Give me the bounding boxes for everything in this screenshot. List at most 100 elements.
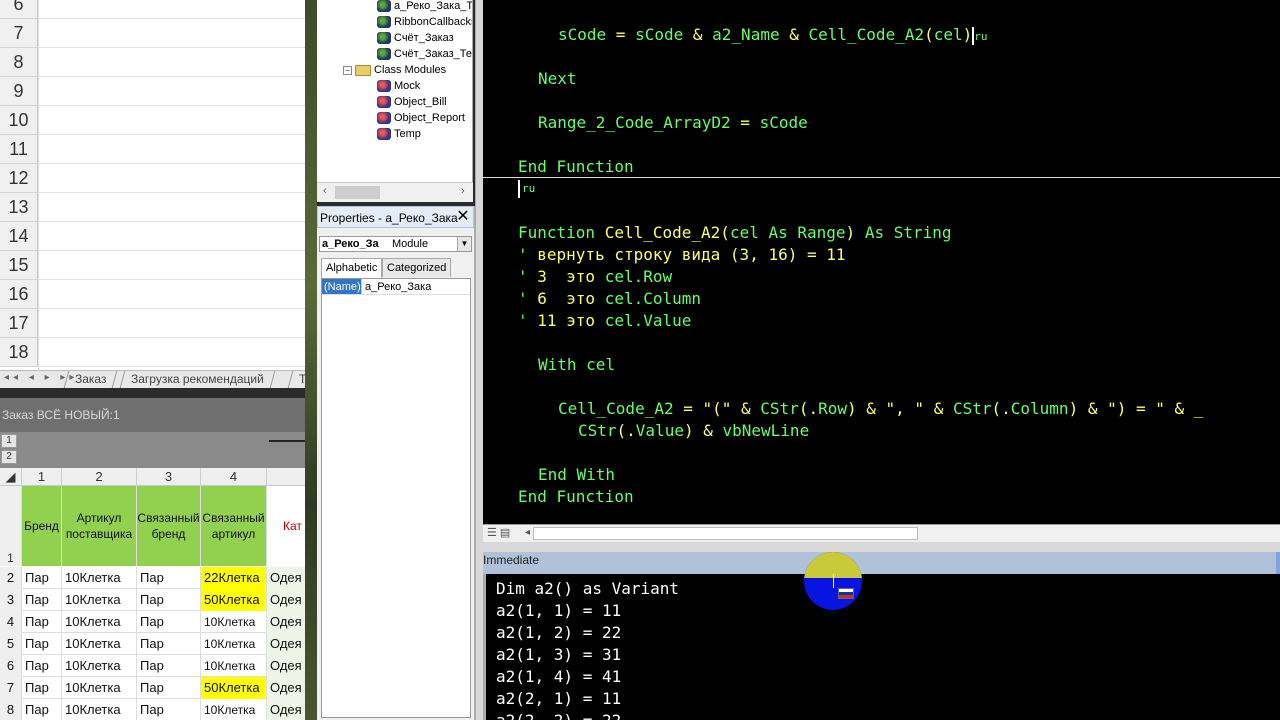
row-header[interactable]: 5 xyxy=(0,633,22,655)
table-cell[interactable]: 50Клетка xyxy=(201,677,267,699)
scroll-left-icon[interactable]: ◂ xyxy=(525,527,530,538)
grid-row[interactable] xyxy=(38,164,305,193)
property-row[interactable]: (Name) а_Реко_Зака xyxy=(322,279,470,295)
code-line[interactable]: sCode = sCode & a2_Name & Cell_Code_A2(c… xyxy=(558,24,988,46)
row-header[interactable]: 17 xyxy=(0,309,38,338)
row-header[interactable]: 15 xyxy=(0,251,38,280)
tree-item-folder[interactable]: − Class Modules xyxy=(343,62,446,78)
row-header[interactable]: 6 xyxy=(0,655,22,677)
grid-row[interactable] xyxy=(38,222,305,251)
header-cell[interactable]: Связанный бренд xyxy=(137,486,201,566)
table-cell[interactable]: Пар xyxy=(22,677,62,699)
table-cell[interactable]: Пар xyxy=(137,655,201,677)
grid-row[interactable] xyxy=(38,193,305,222)
tree-item-module[interactable]: Счёт_Заказ_Те xyxy=(377,46,472,62)
code-line[interactable]: ' 3 это cel.Row xyxy=(518,266,672,288)
code-line[interactable]: End Function xyxy=(518,486,634,508)
table-cell[interactable]: Одея xyxy=(267,611,305,633)
code-line[interactable]: ' вернуть строку вида (3, 16) = 11 xyxy=(518,244,846,266)
grid-row[interactable] xyxy=(38,309,305,338)
immediate-window[interactable]: Dim a2() as Variant a2(1, 1) = 11 a2(1, 2)… xyxy=(483,574,1280,720)
table-cell[interactable]: 10Клетка xyxy=(201,655,267,677)
immediate-line[interactable]: a2(2, 1) = 11 xyxy=(496,688,621,710)
immediate-line[interactable]: Dim a2() as Variant xyxy=(496,578,679,600)
grid-row[interactable] xyxy=(38,0,305,19)
table-cell[interactable]: Пар xyxy=(137,699,201,720)
table-cell[interactable]: Пар xyxy=(22,567,62,589)
table-cell[interactable]: 10Клетка xyxy=(62,589,137,611)
row-header[interactable]: 18 xyxy=(0,338,38,367)
immediate-line[interactable]: a2(1, 4) = 41 xyxy=(496,666,621,688)
table-cell[interactable]: 10Клетка xyxy=(62,611,137,633)
code-line[interactable]: Function Cell_Code_A2(cel As Range) As S… xyxy=(518,222,952,244)
object-selector[interactable]: а_Реко_За Module ▼ xyxy=(319,236,472,252)
view-toggle-icon[interactable]: ☰ ▤ xyxy=(487,526,510,539)
table-cell[interactable]: Пар xyxy=(22,633,62,655)
column-header[interactable]: 3 xyxy=(137,468,201,486)
grid-row[interactable] xyxy=(38,338,305,367)
collapse-icon[interactable]: − xyxy=(343,65,352,75)
pane-splitter[interactable] xyxy=(483,542,1280,552)
column-header[interactable]: 2 xyxy=(62,468,137,486)
immediate-line[interactable]: a2(1, 2) = 22 xyxy=(496,622,621,644)
row-header[interactable]: 16 xyxy=(0,280,38,309)
immediate-line[interactable]: a2(1, 3) = 31 xyxy=(496,644,621,666)
row-header[interactable]: 2 xyxy=(0,567,22,589)
table-cell[interactable]: Пар xyxy=(22,655,62,677)
header-cell[interactable]: Артикул поставщика xyxy=(62,486,137,566)
code-line[interactable]: Range_2_Code_ArrayD2 = sCode xyxy=(538,112,808,134)
outline-level-1-button[interactable]: 1 xyxy=(1,434,17,448)
code-line[interactable]: CStr(.Value) & vbNewLine xyxy=(578,420,809,442)
table-cell[interactable]: Одея xyxy=(267,655,305,677)
table-cell[interactable]: Пар xyxy=(137,589,201,611)
table-cell[interactable]: 10Клетка xyxy=(201,699,267,720)
select-all-corner[interactable]: ◢ xyxy=(0,468,22,486)
tree-item-module[interactable]: RibbonCallbacks xyxy=(377,14,472,30)
table-cell[interactable]: 50Клетка xyxy=(201,589,267,611)
tree-item-module[interactable]: а_Реко_Зака_Т xyxy=(377,0,472,14)
table-cell[interactable]: Одея xyxy=(267,589,305,611)
row-header[interactable]: 11 xyxy=(0,135,38,164)
grid-row[interactable] xyxy=(38,106,305,135)
table-cell[interactable]: Пар xyxy=(137,611,201,633)
sheet-tab-other[interactable]: Т xyxy=(287,371,305,388)
grid-row[interactable] xyxy=(38,280,305,309)
column-header[interactable]: 4 xyxy=(201,468,267,486)
table-cell[interactable]: 22Клетка xyxy=(201,567,267,589)
table-cell[interactable]: Пар xyxy=(22,589,62,611)
immediate-line[interactable]: a2(2, 2) = 22 xyxy=(496,710,621,720)
sheet-tab-recommendations[interactable]: Загрузка рекомендаций xyxy=(119,371,276,388)
table-cell[interactable]: Одея xyxy=(267,677,305,699)
row-header[interactable]: 7 xyxy=(0,19,38,48)
grid-row[interactable] xyxy=(38,77,305,106)
row-header[interactable]: 6 xyxy=(0,0,38,19)
header-cell[interactable]: Бренд xyxy=(22,486,62,566)
grid-row[interactable] xyxy=(38,135,305,164)
code-line[interactable]: End Function xyxy=(518,156,634,178)
row-header[interactable]: 8 xyxy=(0,699,22,720)
table-cell[interactable]: Пар xyxy=(137,567,201,589)
table-cell[interactable]: 10Клетка xyxy=(62,633,137,655)
row-header[interactable]: 8 xyxy=(0,48,38,77)
row-header[interactable]: 12 xyxy=(0,164,38,193)
table-cell[interactable]: Одея xyxy=(267,567,305,589)
table-cell[interactable]: 10Клетка xyxy=(62,655,137,677)
immediate-line[interactable]: a2(1, 1) = 11 xyxy=(496,600,621,622)
code-line[interactable]: Cell_Code_A2 = "(" & CStr(.Row) & ", " &… xyxy=(558,398,1203,420)
table-cell[interactable]: Пар xyxy=(137,677,201,699)
tree-item-class[interactable]: Temp xyxy=(377,126,421,142)
row-header[interactable]: 1 xyxy=(0,486,22,566)
tree-item-module[interactable]: Счёт_Заказ xyxy=(377,30,454,46)
code-hscrollbar[interactable]: ☰ ▤ ◂ xyxy=(483,524,1280,542)
table-cell[interactable]: Пар xyxy=(22,611,62,633)
row-header[interactable]: 14 xyxy=(0,222,38,251)
chevron-down-icon[interactable]: ▼ xyxy=(457,237,471,251)
close-icon[interactable]: ✕ xyxy=(454,208,472,225)
header-cell[interactable]: Кат xyxy=(267,486,305,566)
tree-item-class[interactable]: Mock xyxy=(377,78,420,94)
pane-splitter[interactable] xyxy=(475,0,483,720)
table-cell[interactable]: 10Клетка xyxy=(62,699,137,720)
tab-alphabetic[interactable]: Alphabetic xyxy=(321,258,383,278)
table-cell[interactable]: 10Клетка xyxy=(201,633,267,655)
code-editor[interactable]: ru sCode = sCode & a2_Name & Cell_Code_A… xyxy=(483,0,1280,524)
